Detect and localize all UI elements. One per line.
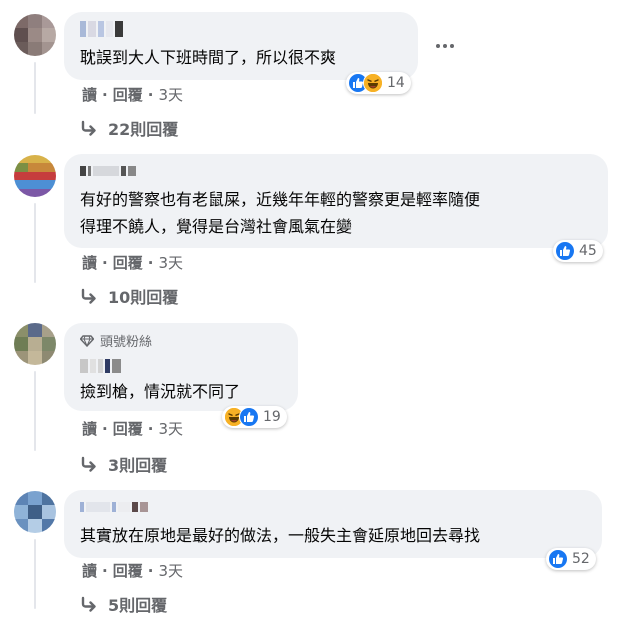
reply-button[interactable]: 回覆 (113, 252, 143, 273)
timestamp[interactable]: 3天 (158, 560, 183, 581)
comment-bubble: 有好的警察也有老鼠屎，近幾年年輕的警察更是輕率隨便 得理不饒人，覺得是台灣社會風… (64, 154, 608, 248)
reaction-count: 19 (263, 409, 281, 425)
reaction-summary[interactable]: 45 (553, 240, 603, 262)
reaction-summary[interactable]: 52 (546, 548, 596, 570)
author-name-redacted[interactable] (80, 502, 148, 512)
comment-actions: 讀 · 回覆 · 3天 (82, 252, 183, 273)
comment-bubble: 耽誤到大人下班時間了，所以很不爽 (64, 12, 418, 80)
view-replies-button[interactable]: 10則回覆 (80, 284, 178, 308)
thread-line (34, 371, 36, 451)
reply-button[interactable]: 回覆 (113, 418, 143, 439)
top-fan-badge[interactable]: 頭號粉絲 (80, 331, 152, 350)
read-button[interactable]: 讀 (82, 560, 97, 581)
more-options-icon[interactable] (430, 36, 460, 56)
timestamp[interactable]: 3天 (158, 84, 183, 105)
reaction-count: 52 (572, 551, 590, 567)
author-name-redacted[interactable] (80, 359, 121, 373)
replies-count-label: 3則回覆 (108, 456, 168, 475)
reaction-count: 45 (579, 243, 597, 259)
replies-count-label: 5則回覆 (108, 596, 168, 615)
read-button[interactable]: 讀 (82, 418, 97, 439)
read-button[interactable]: 讀 (82, 84, 97, 105)
reply-arrow-icon (81, 288, 96, 304)
replies-count-label: 22則回覆 (108, 120, 179, 139)
haha-icon (363, 73, 383, 93)
comment-actions: 讀 · 回覆 · 3天 (82, 84, 183, 105)
reply-arrow-icon (81, 120, 96, 136)
replies-count-label: 10則回覆 (108, 288, 179, 307)
avatar[interactable] (14, 14, 56, 56)
reaction-count: 14 (387, 75, 405, 91)
view-replies-button[interactable]: 3則回覆 (80, 452, 167, 476)
avatar[interactable] (14, 491, 56, 533)
badge-label: 頭號粉絲 (100, 335, 153, 350)
avatar[interactable] (14, 323, 56, 365)
comment-actions: 讀 · 回覆 · 3天 (82, 418, 183, 439)
author-name-redacted[interactable] (80, 166, 136, 176)
comment-actions: 讀 · 回覆 · 3天 (82, 560, 183, 581)
view-replies-button[interactable]: 22則回覆 (80, 116, 178, 140)
comment-bubble: 其實放在原地是最好的做法，一般失主會延原地回去尋找 (64, 490, 602, 558)
thread-line (34, 539, 36, 609)
avatar[interactable] (14, 155, 56, 197)
reply-arrow-icon (81, 456, 96, 472)
like-icon (555, 241, 575, 261)
comment-text: 撿到槍，情況就不同了 (80, 382, 241, 401)
comment-text: 耽誤到大人下班時間了，所以很不爽 (80, 48, 337, 67)
reaction-summary[interactable]: 14 (346, 72, 411, 94)
like-icon (548, 549, 568, 569)
reply-button[interactable]: 回覆 (113, 560, 143, 581)
like-icon (239, 407, 259, 427)
timestamp[interactable]: 3天 (158, 252, 183, 273)
thread-line (34, 203, 36, 283)
comment-text: 其實放在原地是最好的做法，一般失主會延原地回去尋找 (80, 526, 481, 545)
thread-line (34, 62, 36, 114)
reaction-summary[interactable]: 19 (222, 406, 287, 428)
author-name-redacted[interactable] (80, 21, 123, 37)
diamond-icon (80, 334, 94, 347)
comment-bubble: 頭號粉絲 撿到槍，情況就不同了 (64, 323, 298, 411)
view-replies-button[interactable]: 5則回覆 (80, 592, 167, 616)
timestamp[interactable]: 3天 (158, 418, 183, 439)
reply-arrow-icon (81, 596, 96, 612)
comment-text: 得理不饒人，覺得是台灣社會風氣在變 (80, 217, 353, 236)
reply-button[interactable]: 回覆 (113, 84, 143, 105)
read-button[interactable]: 讀 (82, 252, 97, 273)
comment-text: 有好的警察也有老鼠屎，近幾年年輕的警察更是輕率隨便 (80, 190, 481, 209)
